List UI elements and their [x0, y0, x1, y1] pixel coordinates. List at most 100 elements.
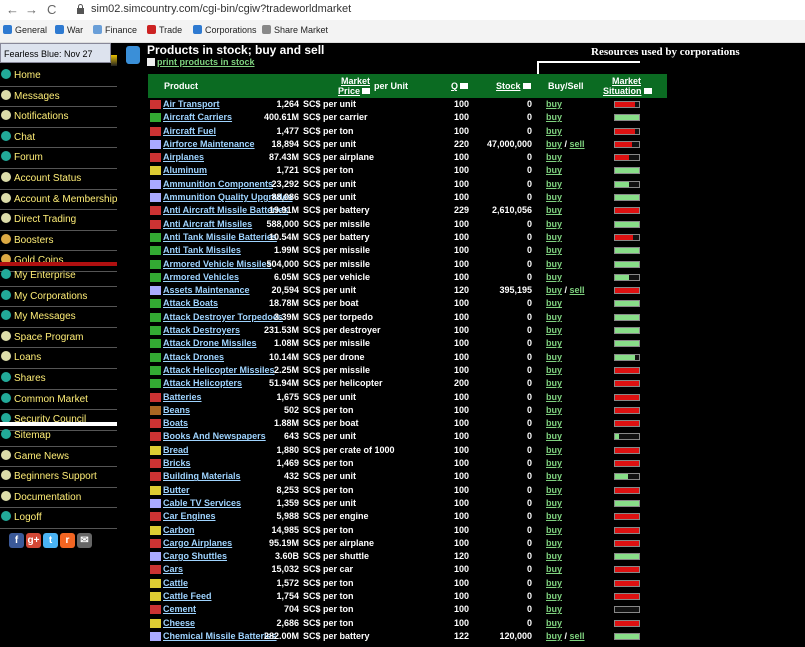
print-link[interactable]: print products in stock — [147, 57, 255, 67]
sidebar-item-account-membership[interactable]: Account & Membership — [0, 190, 117, 211]
sell-link[interactable]: sell — [570, 285, 585, 295]
product-link[interactable]: Carbon — [163, 525, 195, 535]
product-link[interactable]: Bricks — [163, 458, 191, 468]
product-link[interactable]: Car Engines — [163, 511, 216, 521]
buy-link[interactable]: buy — [546, 525, 562, 535]
sidebar-item-shares[interactable]: Shares — [0, 369, 117, 390]
col-q[interactable]: Q — [451, 81, 469, 91]
product-link[interactable]: Anti Tank Missiles — [163, 245, 241, 255]
bookmark-share-market[interactable]: Share Market — [262, 25, 328, 35]
product-link[interactable]: Ammunition Components — [163, 179, 273, 189]
col-market-price[interactable]: Price — [338, 86, 371, 96]
product-link[interactable]: Cars — [163, 564, 183, 574]
buy-link[interactable]: buy — [546, 591, 562, 601]
buy-link[interactable]: buy — [546, 232, 562, 242]
bookmark-finance[interactable]: Finance — [93, 25, 137, 35]
sidebar-item-home[interactable]: Home — [0, 66, 117, 87]
sidebar-item-game-news[interactable]: Game News — [0, 447, 117, 468]
buy-link[interactable]: buy — [546, 485, 562, 495]
buy-link[interactable]: buy — [546, 352, 562, 362]
product-link[interactable]: Anti Aircraft Missiles — [163, 219, 252, 229]
sidebar-item-logoff[interactable]: Logoff — [0, 508, 117, 529]
product-link[interactable]: Armored Vehicle Missiles — [163, 259, 272, 269]
buy-link[interactable]: buy — [546, 604, 562, 614]
buy-link[interactable]: buy — [546, 272, 562, 282]
bookmark-trade[interactable]: Trade — [147, 25, 182, 35]
buy-link[interactable]: buy — [546, 99, 562, 109]
product-link[interactable]: Beans — [163, 405, 190, 415]
buy-link[interactable]: buy — [546, 498, 562, 508]
back-icon[interactable]: ← — [6, 2, 19, 17]
sidebar-item-beginners-support[interactable]: Beginners Support — [0, 467, 117, 488]
buy-link[interactable]: buy — [546, 179, 562, 189]
product-link[interactable]: Assets Maintenance — [163, 285, 250, 295]
sidebar-item-common-market[interactable]: Common Market — [0, 390, 117, 411]
product-link[interactable]: Attack Drone Missiles — [163, 338, 257, 348]
product-link[interactable]: Anti Tank Missile Batteries — [163, 232, 277, 242]
buy-link[interactable]: buy — [546, 152, 562, 162]
product-link[interactable]: Aluminum — [163, 165, 207, 175]
sidebar-item-space-program[interactable]: Space Program — [0, 328, 117, 349]
buy-link[interactable]: buy — [546, 219, 562, 229]
buy-link[interactable]: buy — [546, 431, 562, 441]
buy-link[interactable]: buy — [546, 139, 562, 149]
product-link[interactable]: Aircraft Carriers — [163, 112, 232, 122]
product-link[interactable]: Chemical Missile Batteries — [163, 631, 277, 641]
address-bar[interactable]: sim02.simcountry.com/cgi-bin/cgiw?tradew… — [91, 3, 351, 15]
product-link[interactable]: Air Transport — [163, 99, 220, 109]
buy-link[interactable]: buy — [546, 471, 562, 481]
col-market-situation[interactable]: Situation — [603, 86, 652, 96]
bookmark-corporations[interactable]: Corporations — [193, 25, 257, 35]
buy-link[interactable]: buy — [546, 405, 562, 415]
product-link[interactable]: Cattle — [163, 578, 188, 588]
sidebar-item-boosters[interactable]: Boosters — [0, 231, 117, 252]
buy-link[interactable]: buy — [546, 245, 562, 255]
product-link[interactable]: Aircraft Fuel — [163, 126, 216, 136]
col-stock[interactable]: Stock — [496, 81, 531, 91]
buy-link[interactable]: buy — [546, 205, 562, 215]
social-icon-0[interactable]: f — [9, 533, 24, 548]
buy-link[interactable]: buy — [546, 378, 562, 388]
buy-link[interactable]: buy — [546, 365, 562, 375]
product-link[interactable]: Cattle Feed — [163, 591, 212, 601]
product-link[interactable]: Cement — [163, 604, 196, 614]
buy-link[interactable]: buy — [546, 511, 562, 521]
sidebar-item-forum[interactable]: Forum — [0, 148, 117, 169]
sell-link[interactable]: sell — [570, 631, 585, 641]
buy-link[interactable]: buy — [546, 112, 562, 122]
product-link[interactable]: Boats — [163, 418, 188, 428]
sidebar-item-my-enterprise[interactable]: My Enterprise — [0, 266, 117, 287]
col-market-price-top[interactable]: Market — [341, 76, 370, 86]
product-link[interactable]: Airforce Maintenance — [163, 139, 255, 149]
buy-link[interactable]: buy — [546, 578, 562, 588]
product-link[interactable]: Cable TV Services — [163, 498, 241, 508]
sidebar-item-loans[interactable]: Loans — [0, 348, 117, 369]
product-link[interactable]: Attack Boats — [163, 298, 218, 308]
product-link[interactable]: Butter — [163, 485, 190, 495]
buy-link[interactable]: buy — [546, 325, 562, 335]
product-link[interactable]: Attack Drones — [163, 352, 224, 362]
product-link[interactable]: Books And Newspapers — [163, 431, 266, 441]
social-icon-2[interactable]: t — [43, 533, 58, 548]
sidebar-item-messages[interactable]: Messages — [0, 87, 117, 108]
social-icon-1[interactable]: g+ — [26, 533, 41, 548]
buy-link[interactable]: buy — [546, 551, 562, 561]
product-link[interactable]: Attack Destroyers — [163, 325, 240, 335]
sidebar-item-notifications[interactable]: Notifications — [0, 107, 117, 128]
forward-icon[interactable]: → — [25, 2, 38, 17]
social-icon-3[interactable]: r — [60, 533, 75, 548]
buy-link[interactable]: buy — [546, 165, 562, 175]
product-link[interactable]: Attack Destroyer Torpedoes — [163, 312, 283, 322]
sidebar-item-chat[interactable]: Chat — [0, 128, 117, 149]
sidebar-item-account-status[interactable]: Account Status — [0, 169, 117, 190]
product-link[interactable]: Cargo Shuttles — [163, 551, 227, 561]
product-link[interactable]: Airplanes — [163, 152, 204, 162]
buy-link[interactable]: buy — [546, 564, 562, 574]
buy-link[interactable]: buy — [546, 259, 562, 269]
sidebar-item-my-messages[interactable]: My Messages — [0, 307, 117, 328]
sidebar-item-documentation[interactable]: Documentation — [0, 488, 117, 509]
sell-link[interactable]: sell — [570, 139, 585, 149]
buy-link[interactable]: buy — [546, 631, 562, 641]
sidebar-item-my-corporations[interactable]: My Corporations — [0, 287, 117, 308]
product-link[interactable]: Attack Helicopter Missiles — [163, 365, 275, 375]
